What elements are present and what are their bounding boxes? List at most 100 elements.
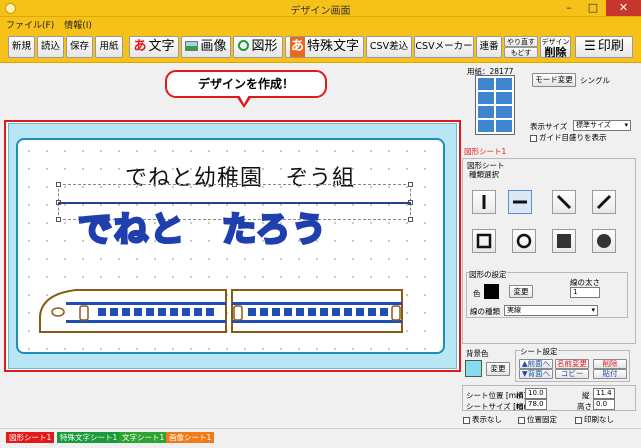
ellipse-tool[interactable] [512,229,536,253]
line-width-input[interactable]: 1 [570,287,600,298]
preview-cell [478,78,494,90]
resize-handle[interactable] [56,182,61,187]
diagonal-down-icon [556,194,572,210]
save-button[interactable]: 保存 [66,36,93,58]
menu-bar: ファイル(F) 情報(I) [0,17,641,31]
delete-label: 削除 [544,46,567,58]
height-label: 高さ [577,402,592,411]
special-text-button-label: 特殊文字 [307,39,360,54]
train-image[interactable] [36,282,408,338]
sheet-tab-bar: 図形シート1 特殊文字シート1 文字シート1 画像シート1 [0,428,641,448]
text-button[interactable]: あ文字 [129,36,179,58]
preview-cell [478,120,494,132]
serial-number-button[interactable]: 連番 [476,36,502,58]
text-icon: あ [133,39,147,54]
diagonal-up-line-tool[interactable] [592,190,616,214]
new-button[interactable]: 新規 [8,36,35,58]
no-print-checkbox[interactable]: 印刷なし [575,414,614,425]
delete-design-button[interactable]: デザイン 削除 [540,36,571,58]
mode-change-button[interactable]: モード変更 [532,73,576,87]
sheet-tab-text[interactable]: 文字シート1 [119,432,168,443]
undo-button[interactable]: もどす [504,47,538,58]
diagonal-up-icon [596,194,612,210]
maximize-button[interactable]: □ [581,0,605,16]
redo-button[interactable]: やり直す [504,36,538,47]
paper-button[interactable]: 用紙 [95,36,123,58]
color-change-button[interactable]: 変更 [509,285,533,298]
mode-value: シングル [580,76,610,85]
chevron-down-icon: ▾ [624,121,628,129]
checkbox-icon [575,416,582,424]
display-size-value: 標準サイズ [576,121,611,129]
rectangle-filled-icon [557,234,571,248]
sheet-tab-shape[interactable]: 図形シート1 [6,432,55,443]
shape-button[interactable]: 図形 [233,36,283,58]
circle-outline-icon [516,233,532,249]
background-color-swatch[interactable] [465,360,482,377]
preview-cell [478,92,494,104]
image-button[interactable]: 画像 [181,36,231,58]
close-button[interactable]: ✕ [606,0,641,16]
copy-button[interactable]: コピー [555,369,589,379]
special-text-button[interactable]: あ特殊文字 [285,36,364,58]
vertical-line-tool[interactable] [472,190,496,214]
horizontal-line-tool[interactable] [508,190,532,214]
printer-icon: ☰ [584,39,596,54]
rectangle-tool[interactable] [472,229,496,253]
rectangle-outline-icon [476,233,492,249]
resize-handle[interactable] [408,182,413,187]
csv-maker-button[interactable]: CSVメーカー [414,36,474,58]
window-title: デザイン画面 [290,6,351,17]
pos-x-label: 横 [516,391,524,400]
csv-merge-button[interactable]: CSV差込 [366,36,412,58]
filled-ellipse-tool[interactable] [592,229,616,253]
width-input[interactable]: 78.0 [525,399,547,410]
delete-sheet-button[interactable]: 削除 [593,359,627,369]
height-input[interactable]: 0.0 [593,399,615,410]
resize-handle[interactable] [232,182,237,187]
send-to-back-button[interactable]: ▼背面へ [519,369,553,379]
resize-handle[interactable] [408,217,413,222]
guide-label: ガイド目盛りを表示 [539,133,607,142]
diagonal-down-line-tool[interactable] [552,190,576,214]
bring-to-front-button[interactable]: ▲前面へ [519,359,553,369]
toolbar: 新規 読込 保存 用紙 あ文字 画像 図形 あ特殊文字 CSV差込 CSVメーカ… [0,31,641,63]
lock-position-label: 位置固定 [527,415,557,424]
sheet-tab-image[interactable]: 画像シート1 [166,432,215,443]
hide-label: 表示なし [472,415,502,424]
hide-checkbox[interactable]: 表示なし [463,414,502,425]
no-print-label: 印刷なし [584,415,614,424]
line-color-swatch[interactable] [484,284,499,299]
guide-checkbox[interactable]: ガイド目盛りを表示 [530,132,607,143]
load-button[interactable]: 読込 [37,36,64,58]
image-icon [185,41,199,51]
callout-tail-inner [239,95,249,104]
checkbox-icon [530,134,537,142]
line-type-value: 実線 [507,306,521,314]
pos-y-input[interactable]: 11.4 [593,388,615,399]
line-type-select[interactable]: 実線 ▾ [504,305,598,316]
menu-info[interactable]: 情報(I) [58,17,96,31]
paste-button[interactable]: 貼付 [593,369,627,379]
print-button-label: 印刷 [597,39,624,54]
minimize-button[interactable]: – [557,0,581,16]
print-button[interactable]: ☰ 印刷 [575,36,633,58]
background-change-button[interactable]: 変更 [486,362,510,376]
preview-cell [496,92,512,104]
pos-x-input[interactable]: 10.0 [525,388,547,399]
line-type-label: 線の種類 [470,307,500,316]
rename-button[interactable]: 名前変更 [555,359,589,369]
preview-cell [478,106,494,118]
sheet-tab-special-text[interactable]: 特殊文字シート1 [57,432,121,443]
menu-file[interactable]: ファイル(F) [0,17,58,31]
display-size-select[interactable]: 標準サイズ ▾ [573,120,631,131]
filled-rectangle-tool[interactable] [552,229,576,253]
child-name-text[interactable]: でねと たろう [77,202,408,252]
vertical-line-icon [482,195,486,209]
text-button-label: 文字 [148,39,175,54]
paper-preview[interactable] [475,75,515,135]
lock-position-checkbox[interactable]: 位置固定 [518,414,557,425]
resize-handle[interactable] [56,217,61,222]
checkbox-icon [518,416,525,424]
width-label: 幅 [516,402,524,411]
